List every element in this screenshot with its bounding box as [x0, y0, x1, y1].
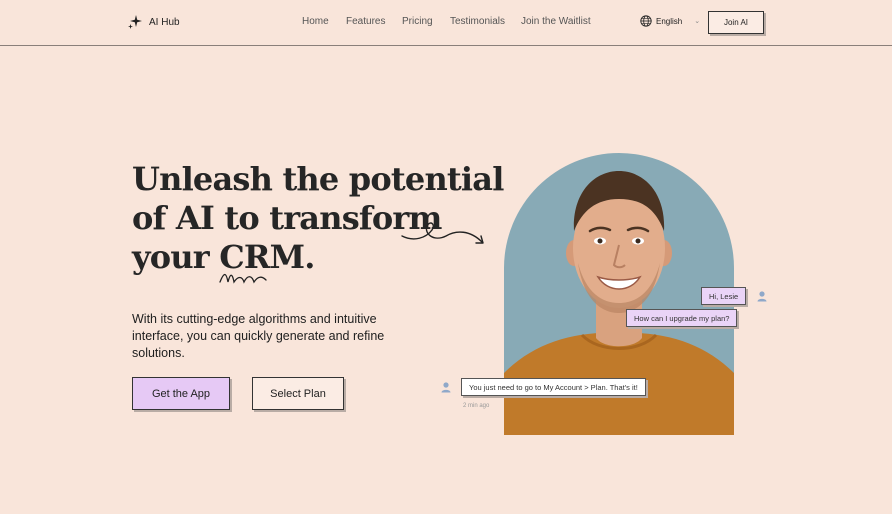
top-navigation-bar: AI Hub Home Features Pricing Testimonial…: [0, 0, 892, 46]
agent-avatar-icon: [441, 382, 451, 393]
nav-link-features[interactable]: Features: [346, 16, 385, 27]
chat-message-answer: You just need to go to My Account > Plan…: [461, 378, 646, 396]
nav-link-home[interactable]: Home: [302, 16, 329, 27]
sparkle-icon: [128, 15, 142, 29]
hero-description: With its cutting-edge algorithms and int…: [132, 312, 385, 360]
select-plan-button[interactable]: Select Plan: [252, 377, 344, 410]
user-avatar-icon: [757, 291, 767, 302]
underline-scribble-decoration: [219, 273, 267, 284]
chat-message-greeting: Hi, Lesie: [701, 287, 747, 305]
language-label: English: [656, 16, 683, 26]
chat-timestamp: 2 min ago: [463, 403, 490, 409]
nav-link-pricing[interactable]: Pricing: [402, 16, 433, 27]
nav-link-waitlist[interactable]: Join the Waitlist: [521, 16, 591, 27]
chevron-down-icon: ⌄: [694, 18, 701, 25]
nav-link-testimonials[interactable]: Testimonials: [450, 16, 505, 27]
brand-name: AI Hub: [149, 16, 180, 28]
globe-icon: [640, 15, 652, 27]
language-selector[interactable]: English ⌄: [640, 15, 700, 27]
headline-line-1: Unleash the potential: [132, 160, 504, 198]
join-button[interactable]: Join AI: [708, 11, 764, 34]
squiggle-arrow-decoration: [401, 222, 484, 244]
chat-message-question: How can I upgrade my plan?: [626, 309, 738, 327]
brand-logo[interactable]: AI Hub: [127, 14, 180, 30]
get-the-app-button[interactable]: Get the App: [132, 377, 230, 410]
